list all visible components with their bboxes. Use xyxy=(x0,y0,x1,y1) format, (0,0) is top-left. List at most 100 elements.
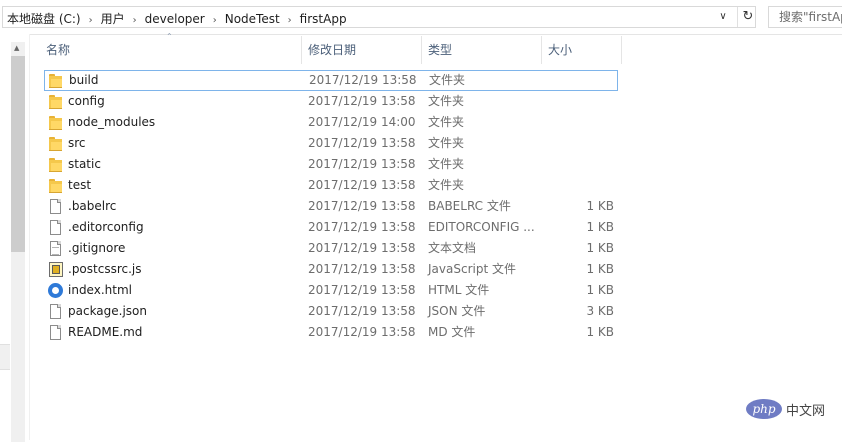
file-name: README.md xyxy=(68,325,143,339)
file-list: build 2017/12/19 13:58 文件夹 config 2017/12/19… xyxy=(44,70,624,343)
navigation-pane: ▲ xyxy=(0,34,30,442)
breadcrumb-item-firstapp[interactable]: firstApp xyxy=(300,12,347,26)
column-header-type[interactable]: 类型 xyxy=(422,36,542,64)
file-size: 1 KB xyxy=(586,199,614,213)
file-date-modified: 2017/12/19 13:58 xyxy=(308,136,416,150)
file-type: 文件夹 xyxy=(428,178,465,192)
file-type: BABELRC 文件 xyxy=(428,199,511,213)
file-date-modified: 2017/12/19 13:58 xyxy=(308,220,416,234)
search-box[interactable] xyxy=(768,6,842,28)
navigation-scrollbar[interactable]: ▲ xyxy=(11,42,25,442)
file-row[interactable]: .editorconfig 2017/12/19 13:58 EDITORCONFI… xyxy=(44,217,624,238)
file-size: 3 KB xyxy=(586,304,614,318)
breadcrumb-item-drive[interactable]: 本地磁盘 (C:) xyxy=(7,10,81,27)
watermark-text: 中文网 xyxy=(786,403,826,419)
folder-icon xyxy=(48,115,64,130)
text-file-icon xyxy=(48,241,64,256)
file-type: 文件夹 xyxy=(429,73,466,87)
file-size: 1 KB xyxy=(586,283,614,297)
column-header-size[interactable]: 大小 xyxy=(542,36,622,64)
file-date-modified: 2017/12/19 13:58 xyxy=(308,283,416,297)
chevron-right-icon[interactable]: › xyxy=(288,15,292,26)
file-type: 文件夹 xyxy=(428,157,465,171)
scrollbar-thumb[interactable] xyxy=(11,56,25,252)
breadcrumb-item-nodetest[interactable]: NodeTest xyxy=(225,12,280,26)
file-type: MD 文件 xyxy=(428,325,476,339)
file-row[interactable]: test 2017/12/19 13:58 文件夹 xyxy=(44,175,624,196)
breadcrumb: 本地磁盘 (C:) › 用户 › developer › NodeTest › firstApp xyxy=(7,10,347,27)
file-row[interactable]: index.html 2017/12/19 13:58 HTML 文件 1 KB xyxy=(44,280,624,301)
navigation-pane-item[interactable] xyxy=(0,344,10,370)
file-type: 文本文档 xyxy=(428,241,477,255)
file-name: src xyxy=(68,136,86,150)
html-file-icon xyxy=(48,283,64,298)
file-date-modified: 2017/12/19 14:00 xyxy=(308,115,416,129)
file-row[interactable]: .postcssrc.js 2017/12/19 13:58 JavaScript … xyxy=(44,259,624,280)
column-header-name[interactable]: 名称 xyxy=(40,36,302,64)
file-name: index.html xyxy=(68,283,132,297)
file-type: JavaScript 文件 xyxy=(428,262,516,276)
watermark: php 中文网 xyxy=(746,399,825,419)
file-name: package.json xyxy=(68,304,148,318)
file-icon xyxy=(48,304,64,319)
file-type: HTML 文件 xyxy=(428,283,490,297)
file-icon xyxy=(48,220,64,235)
file-name: .babelrc xyxy=(68,199,117,213)
file-name: .editorconfig xyxy=(68,220,144,234)
folder-icon xyxy=(48,178,64,193)
file-row[interactable]: static 2017/12/19 13:58 文件夹 xyxy=(44,154,624,175)
folder-icon xyxy=(48,157,64,172)
file-date-modified: 2017/12/19 13:58 xyxy=(308,199,416,213)
folder-icon xyxy=(48,94,64,109)
address-bar-area: 本地磁盘 (C:) › 用户 › developer › NodeTest › firstApp… xyxy=(0,0,842,35)
chevron-right-icon[interactable]: › xyxy=(213,15,217,26)
file-date-modified: 2017/12/19 13:58 xyxy=(308,178,416,192)
file-row[interactable]: README.md 2017/12/19 13:58 MD 文件 1 KB xyxy=(44,322,624,343)
folder-icon xyxy=(48,136,64,151)
file-icon xyxy=(48,199,64,214)
file-type: 文件夹 xyxy=(428,115,465,129)
file-type: EDITORCONFIG ... xyxy=(428,220,535,234)
file-name: .postcssrc.js xyxy=(68,262,142,276)
chevron-right-icon[interactable]: › xyxy=(89,15,93,26)
php-logo: php xyxy=(746,399,782,419)
file-type: 文件夹 xyxy=(428,94,465,108)
chevron-down-icon[interactable]: ∨ xyxy=(715,9,731,25)
file-date-modified: 2017/12/19 13:58 xyxy=(308,241,416,255)
folder-icon xyxy=(48,73,64,88)
file-size: 1 KB xyxy=(586,262,614,276)
file-size: 1 KB xyxy=(586,325,614,339)
address-bar[interactable]: 本地磁盘 (C:) › 用户 › developer › NodeTest › firstApp… xyxy=(2,6,756,28)
file-date-modified: 2017/12/19 13:58 xyxy=(308,94,416,108)
search-input[interactable] xyxy=(769,7,842,26)
file-type: 文件夹 xyxy=(428,136,465,150)
file-row[interactable]: src 2017/12/19 13:58 文件夹 xyxy=(44,133,624,154)
refresh-icon[interactable]: ↻ xyxy=(737,7,758,27)
file-size: 1 KB xyxy=(586,241,614,255)
file-row[interactable]: node_modules 2017/12/19 14:00 文件夹 xyxy=(44,112,624,133)
scroll-up-arrow-icon[interactable]: ▲ xyxy=(14,44,19,52)
chevron-right-icon[interactable]: › xyxy=(133,15,137,26)
file-name: .gitignore xyxy=(68,241,126,255)
file-date-modified: 2017/12/19 13:58 xyxy=(308,304,416,318)
file-name: static xyxy=(68,157,101,171)
file-name: node_modules xyxy=(68,115,156,129)
javascript-file-icon xyxy=(48,262,64,277)
file-name: config xyxy=(68,94,105,108)
file-name: test xyxy=(68,178,92,192)
file-row[interactable]: .gitignore 2017/12/19 13:58 文本文档 1 KB xyxy=(44,238,624,259)
file-date-modified: 2017/12/19 13:58 xyxy=(308,262,416,276)
file-row[interactable]: build 2017/12/19 13:58 文件夹 xyxy=(44,70,618,91)
file-row[interactable]: .babelrc 2017/12/19 13:58 BABELRC 文件 1 KB xyxy=(44,196,624,217)
breadcrumb-item-users[interactable]: 用户 xyxy=(101,10,125,27)
file-size: 1 KB xyxy=(586,220,614,234)
file-row[interactable]: config 2017/12/19 13:58 文件夹 xyxy=(44,91,624,112)
breadcrumb-item-developer[interactable]: developer xyxy=(145,12,205,26)
file-name: build xyxy=(69,73,99,87)
file-row[interactable]: package.json 2017/12/19 13:58 JSON 文件 3 KB xyxy=(44,301,624,322)
file-date-modified: 2017/12/19 13:58 xyxy=(308,157,416,171)
file-date-modified: 2017/12/19 13:58 xyxy=(308,325,416,339)
file-icon xyxy=(48,325,64,340)
file-date-modified: 2017/12/19 13:58 xyxy=(309,73,417,87)
column-header-date-modified[interactable]: 修改日期 xyxy=(302,36,422,64)
